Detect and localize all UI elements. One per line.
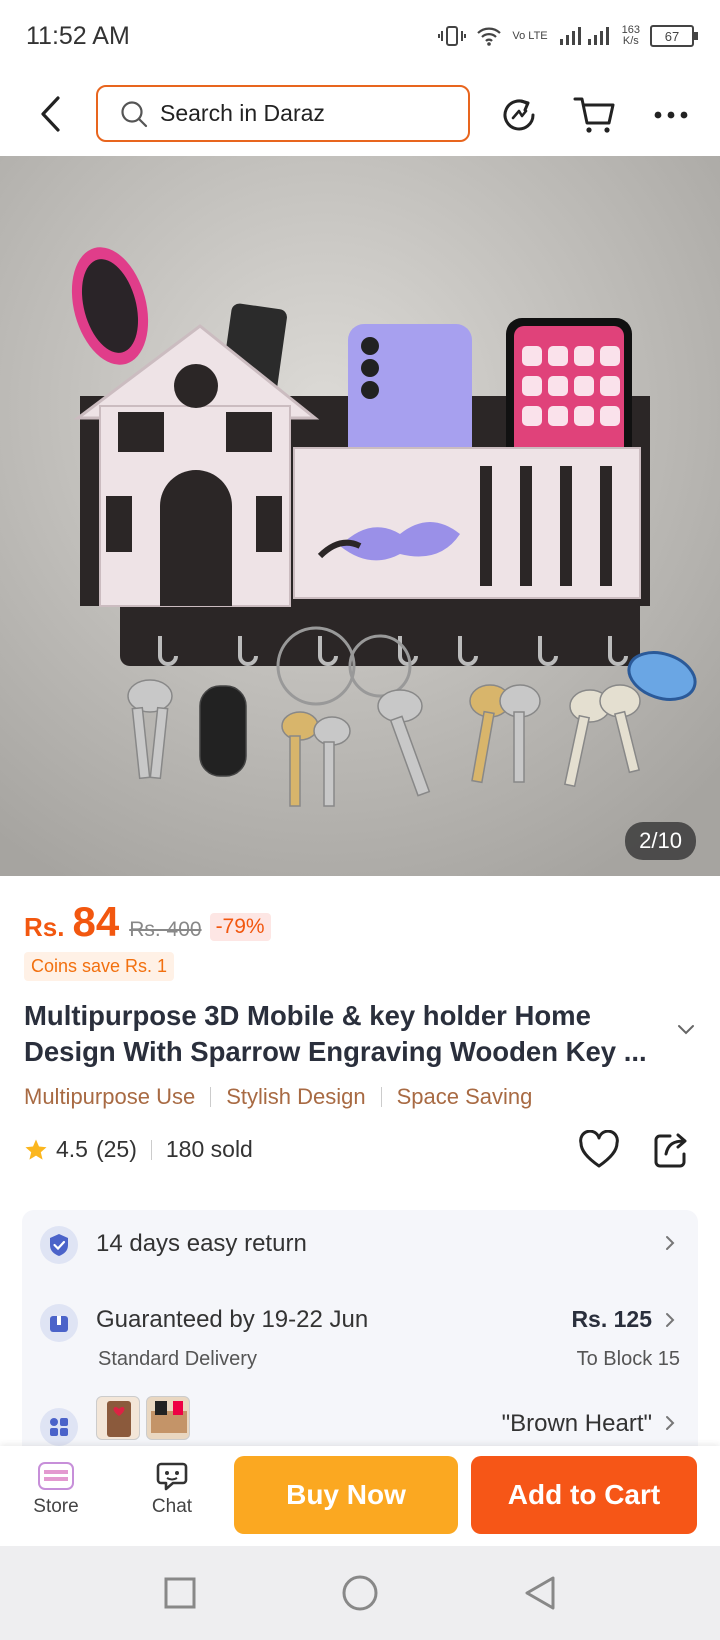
original-price: Rs. 400 (129, 918, 202, 941)
delivery-price: Rs. 125 (571, 1306, 652, 1332)
grid-icon (40, 1408, 78, 1446)
wifi-icon (477, 27, 502, 46)
status-time: 11:52 AM (26, 21, 130, 50)
price-currency: Rs. (24, 912, 65, 942)
tag-item: Stylish Design (226, 1084, 366, 1109)
search-placeholder: Search in Daraz (160, 100, 325, 126)
image-counter: 2/10 (625, 822, 696, 860)
rating-count: (25) (95, 1136, 137, 1162)
triangle-back-icon (525, 1576, 555, 1610)
home-button[interactable] (337, 1570, 383, 1616)
search-input[interactable]: Search in Daraz (96, 85, 470, 142)
rating-row[interactable]: 4.5 (25) 180 sold (24, 1136, 253, 1163)
return-text: 14 days easy return (96, 1230, 307, 1257)
variant-thumbnail[interactable] (146, 1396, 190, 1440)
history-icon (503, 99, 535, 131)
circle-icon (342, 1575, 378, 1611)
delivery-guarantee: Guaranteed by 19-22 Jun (96, 1306, 369, 1333)
status-icons: Vo LTE 163 K/s 67 (438, 25, 698, 47)
chat-button[interactable]: Chat (132, 1456, 212, 1518)
product-tags: Multipurpose Use Stylish Design Space Sa… (24, 1084, 532, 1110)
more-button[interactable] (646, 90, 696, 140)
price-value: 84 (72, 898, 120, 945)
net-speed-unit: K/s (622, 35, 639, 47)
store-button[interactable]: Store (16, 1456, 96, 1518)
bottom-action-bar: Store Chat Buy Now Add to Cart (0, 1446, 720, 1546)
store-icon (38, 1462, 74, 1490)
network-label: Vo LTE (512, 29, 548, 42)
cart-button[interactable] (570, 90, 620, 140)
price-row: Rs. 84 Rs. 400 -79% (24, 898, 271, 946)
recents-button[interactable] (157, 1570, 203, 1616)
system-back-button[interactable] (517, 1570, 563, 1616)
battery-level: 67 (664, 28, 680, 44)
vibrate-icon (438, 26, 467, 46)
buy-now-button[interactable]: Buy Now (234, 1456, 458, 1534)
tag-divider (380, 1087, 382, 1107)
sold-count: 180 sold (165, 1136, 253, 1162)
store-label: Store (33, 1496, 79, 1517)
selected-variant: "Brown Heart" (501, 1410, 652, 1437)
tag-item: Multipurpose Use (24, 1084, 196, 1109)
add-to-cart-button[interactable]: Add to Cart (471, 1456, 697, 1534)
search-icon (121, 100, 148, 127)
header: Search in Daraz (0, 76, 720, 152)
discount-badge: -79% (209, 913, 271, 941)
service-card: 14 days easy return Guaranteed by 19-22 … (22, 1210, 698, 1460)
product-image[interactable]: 2/10 (0, 156, 720, 876)
delivery-row[interactable]: Guaranteed by 19-22 Jun Standard Deliver… (22, 1290, 698, 1380)
delivery-type: Standard Delivery (98, 1348, 257, 1370)
rating-value: 4.5 (56, 1136, 88, 1162)
share-icon (654, 1133, 687, 1168)
coins-badge: Coins save Rs. 1 (24, 952, 175, 981)
history-button[interactable] (494, 90, 544, 140)
chat-label: Chat (151, 1496, 193, 1517)
heart-icon (579, 1129, 619, 1168)
shield-check-icon (40, 1226, 78, 1264)
delivery-box-icon (40, 1304, 78, 1342)
chat-icon (156, 1462, 188, 1491)
signal-icon (559, 27, 609, 45)
chevron-down-icon[interactable] (676, 1022, 696, 1036)
cart-icon (573, 97, 615, 133)
chevron-right-icon (666, 1236, 675, 1250)
system-nav-bar (0, 1546, 720, 1640)
share-button[interactable] (652, 1130, 690, 1175)
back-button[interactable] (30, 90, 70, 138)
battery-icon: 67 (650, 25, 698, 47)
return-policy-row[interactable]: 14 days easy return (22, 1210, 698, 1280)
wishlist-button[interactable] (578, 1129, 620, 1175)
square-icon (164, 1577, 196, 1609)
star-icon (25, 1139, 47, 1160)
status-bar: 11:52 AM Vo LTE 163 K/s 67 (0, 0, 720, 72)
delivery-location: To Block 15 (576, 1348, 680, 1370)
more-icon (654, 111, 688, 119)
chevron-right-icon (666, 1416, 675, 1430)
chevron-right-icon (666, 1313, 675, 1327)
tag-item: Space Saving (396, 1084, 533, 1109)
product-title[interactable]: Multipurpose 3D Mobile & key holder Home… (24, 998, 664, 1070)
rating-divider (150, 1139, 152, 1160)
net-speed: 163 K/s (622, 25, 640, 47)
product-photo (0, 156, 720, 876)
tag-divider (210, 1087, 212, 1107)
variant-thumbnail[interactable] (96, 1396, 140, 1440)
chevron-left-icon (41, 96, 60, 132)
